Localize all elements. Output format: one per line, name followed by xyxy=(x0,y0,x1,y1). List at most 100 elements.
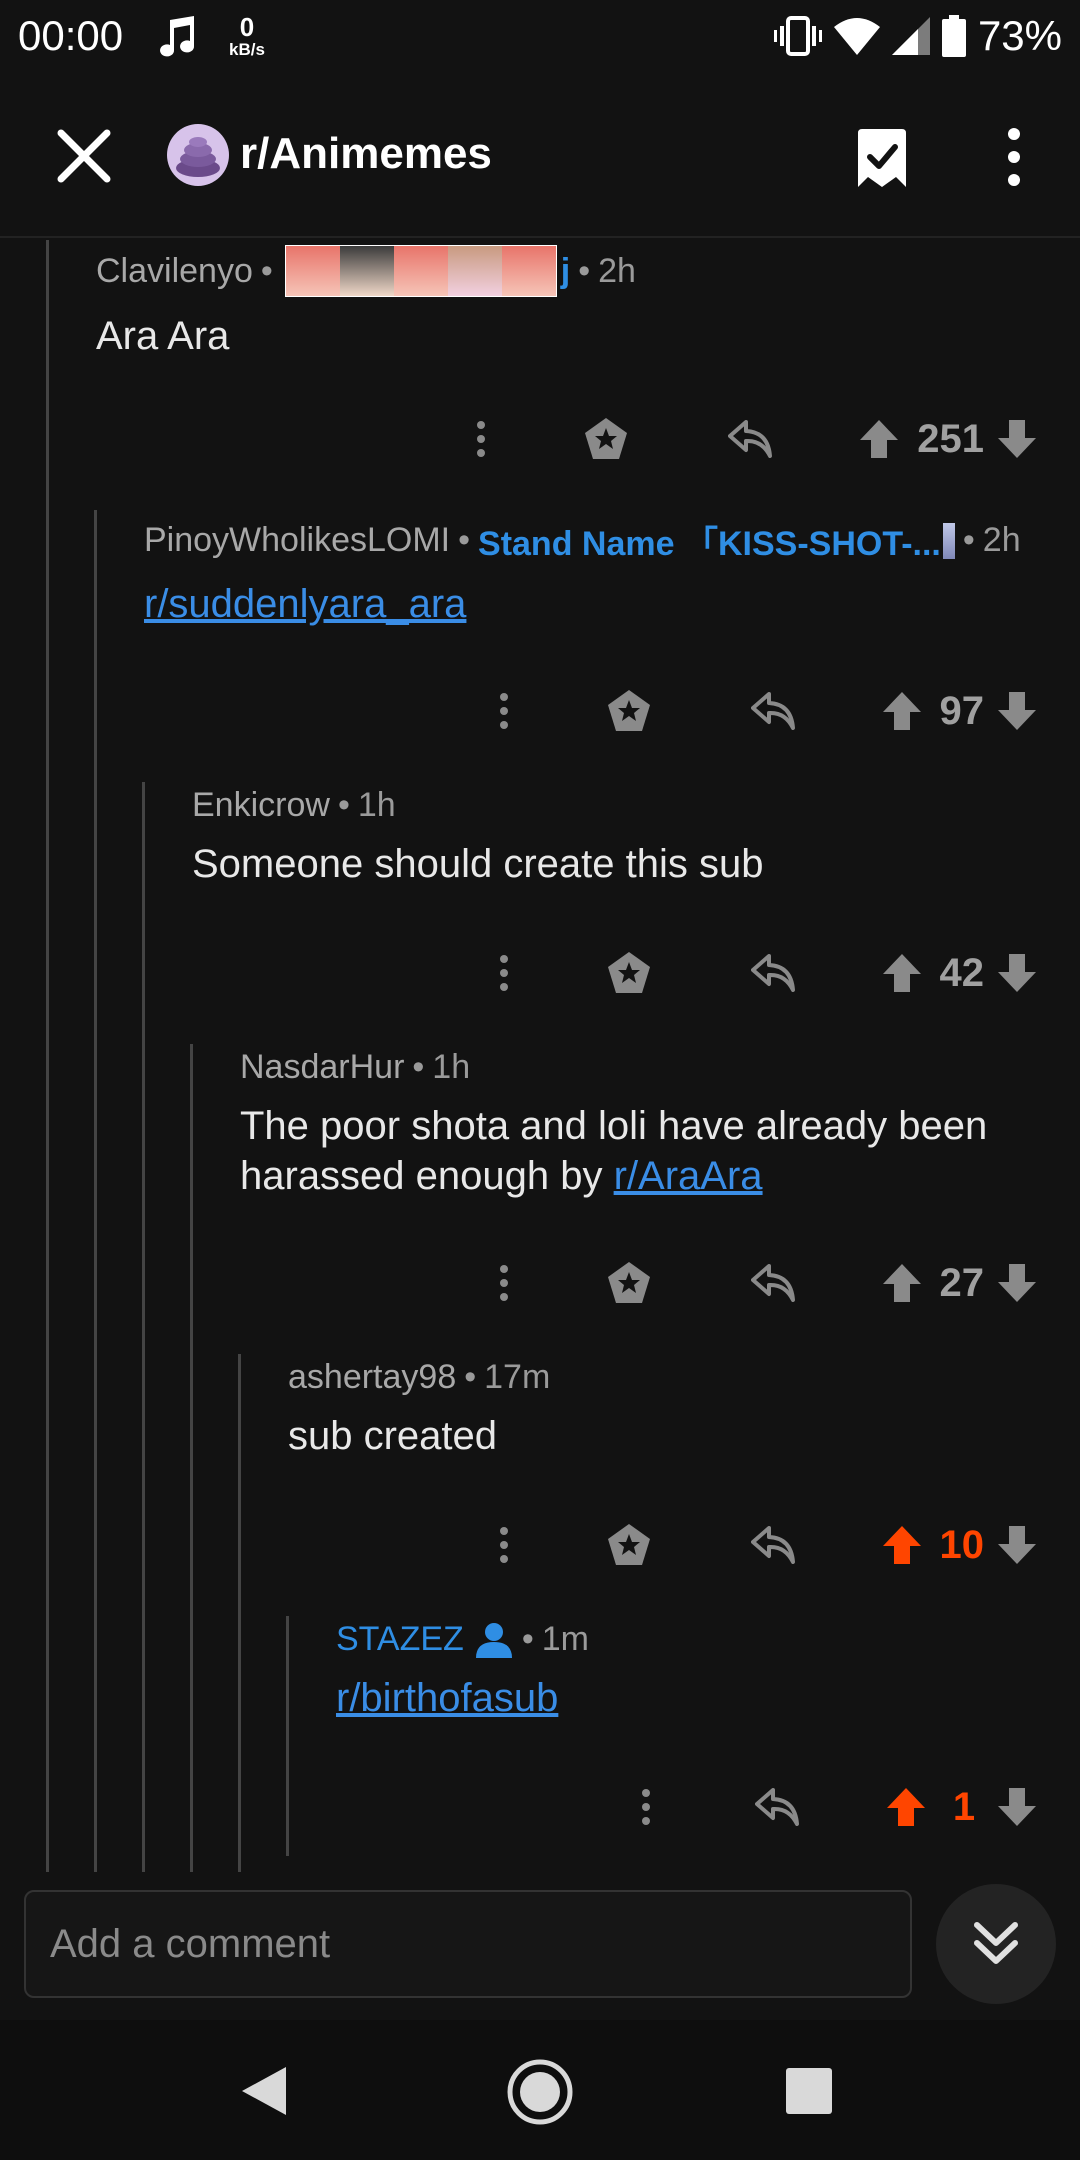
upvote-button[interactable] xyxy=(872,1253,932,1313)
add-comment-field[interactable] xyxy=(24,1890,912,1998)
upvote-button[interactable] xyxy=(849,409,909,469)
nav-recents-icon[interactable] xyxy=(786,2068,832,2114)
reply-button[interactable] xyxy=(728,681,818,741)
comment-options-button[interactable] xyxy=(484,943,524,1003)
subreddit-link[interactable]: r/birthofasub xyxy=(336,1676,558,1720)
app-bar: r/Animemes xyxy=(0,75,1080,238)
upvote-button[interactable] xyxy=(876,1777,936,1837)
upvote-arrow-icon xyxy=(882,692,921,730)
comment-meta: ashertay98 • 17m xyxy=(288,1358,551,1397)
comment-actions: 10 xyxy=(484,1515,1043,1575)
award-button[interactable] xyxy=(584,1253,674,1313)
award-button[interactable] xyxy=(584,1515,674,1575)
reply-button[interactable] xyxy=(728,1253,818,1313)
more-vert-icon[interactable] xyxy=(1002,127,1026,187)
comment[interactable]: NasdarHur • 1h The poor shota and loli h… xyxy=(240,1048,1060,1201)
reply-button[interactable] xyxy=(728,1515,818,1575)
more-vert-icon xyxy=(499,1265,508,1301)
award-icon xyxy=(607,690,650,731)
comment-body: The poor shota and loli have already bee… xyxy=(240,1104,988,1198)
comment[interactable]: Clavilenyo • j • 2h Ara Ara xyxy=(96,245,1056,361)
upvote-arrow-icon xyxy=(882,954,921,992)
comment-options-button[interactable] xyxy=(484,1515,524,1575)
reply-button[interactable] xyxy=(728,943,818,1003)
double-chevron-down-icon xyxy=(974,1922,1018,1964)
downvote-button[interactable] xyxy=(992,409,1042,469)
comment-meta: PinoyWholikesLOMI • Stand Name 「KISS-SHO… xyxy=(144,516,1064,565)
comment-options-button[interactable] xyxy=(484,1253,524,1313)
reply-button[interactable] xyxy=(705,409,795,469)
battery-icon xyxy=(941,15,966,57)
comment-actions: 251 xyxy=(461,409,1042,469)
thread-line[interactable] xyxy=(46,240,49,1872)
comment-author[interactable]: ashertay98 xyxy=(288,1358,456,1397)
upvote-button[interactable] xyxy=(872,1515,932,1575)
more-vert-icon xyxy=(499,955,508,991)
add-comment-input[interactable] xyxy=(26,1892,910,1996)
battery-percent: 73% xyxy=(977,12,1062,59)
upvote-button[interactable] xyxy=(872,943,932,1003)
music-note-icon xyxy=(160,16,195,57)
saved-bookmark-icon[interactable] xyxy=(856,127,908,189)
comment[interactable]: PinoyWholikesLOMI • Stand Name 「KISS-SHO… xyxy=(144,516,1064,629)
jump-to-next-comment-button[interactable] xyxy=(936,1884,1056,2004)
downvote-arrow-icon xyxy=(998,420,1036,458)
reply-icon xyxy=(750,1526,795,1564)
upvote-button[interactable] xyxy=(872,681,932,741)
downvote-arrow-icon xyxy=(998,1788,1036,1826)
award-button[interactable] xyxy=(584,681,674,741)
comment-options-button[interactable] xyxy=(484,681,524,741)
user-flair-emoji-image xyxy=(942,522,955,559)
reply-icon xyxy=(755,1788,799,1826)
user-flair-text: Stand Name 「KISS-SHOT-... xyxy=(478,525,941,563)
reply-button[interactable] xyxy=(732,1777,822,1837)
comment-body: Ara Ara xyxy=(96,314,230,358)
comment-author[interactable]: Enkicrow xyxy=(192,786,330,825)
system-nav-bar xyxy=(0,2020,1080,2160)
comment-author[interactable]: PinoyWholikesLOMI xyxy=(144,521,450,560)
nav-home-icon[interactable] xyxy=(506,2058,574,2126)
award-button[interactable] xyxy=(584,943,674,1003)
subreddit-title[interactable]: r/Animemes xyxy=(240,129,492,179)
downvote-button[interactable] xyxy=(992,1777,1042,1837)
thread-line[interactable] xyxy=(142,782,145,1872)
vote-score: 10 xyxy=(939,1522,985,1567)
reply-icon xyxy=(728,420,773,458)
subreddit-link[interactable]: r/AraAra xyxy=(614,1154,763,1198)
subreddit-avatar[interactable] xyxy=(167,124,229,186)
vibrate-icon xyxy=(773,16,822,56)
comment-author[interactable]: STAZEZ xyxy=(336,1620,464,1659)
more-vert-icon xyxy=(642,1789,650,1825)
vote-score: 251 xyxy=(917,416,984,461)
comment-meta: STAZEZ • 1m xyxy=(336,1620,589,1659)
downvote-arrow-icon xyxy=(998,1264,1036,1302)
subreddit-link[interactable]: r/suddenlyara_ara xyxy=(144,582,466,626)
comment[interactable]: ashertay98 • 17m sub created xyxy=(288,1358,1058,1461)
comment[interactable]: STAZEZ • 1m r/birthofasub xyxy=(336,1620,1056,1723)
award-button[interactable] xyxy=(561,409,651,469)
user-flair-emoji-images xyxy=(284,245,557,297)
status-time: 00:00 xyxy=(18,12,124,59)
reply-icon xyxy=(750,954,795,992)
cell-signal-icon xyxy=(891,17,930,55)
nav-back-icon[interactable] xyxy=(240,2065,288,2117)
comment-author[interactable]: NasdarHur xyxy=(240,1048,404,1087)
thread-line[interactable] xyxy=(190,1044,193,1872)
comment-time: 2h xyxy=(598,251,636,290)
comment[interactable]: Enkicrow • 1h Someone should create this… xyxy=(192,786,1052,889)
comment-meta: Clavilenyo • j • 2h xyxy=(96,245,1056,297)
comment-options-button[interactable] xyxy=(626,1777,666,1837)
comment-meta: Enkicrow • 1h xyxy=(192,786,396,825)
comment-options-button[interactable] xyxy=(461,409,501,469)
thread-line[interactable] xyxy=(94,510,97,1872)
downvote-button[interactable] xyxy=(992,1253,1042,1313)
downvote-button[interactable] xyxy=(992,943,1042,1003)
vote-score: 97 xyxy=(939,688,985,733)
comment-author[interactable]: Clavilenyo xyxy=(96,252,253,291)
downvote-button[interactable] xyxy=(992,681,1042,741)
close-icon[interactable] xyxy=(55,127,113,185)
thread-line[interactable] xyxy=(238,1354,241,1872)
upvote-arrow-icon xyxy=(882,1526,921,1564)
downvote-button[interactable] xyxy=(992,1515,1042,1575)
thread-line[interactable] xyxy=(286,1616,289,1856)
